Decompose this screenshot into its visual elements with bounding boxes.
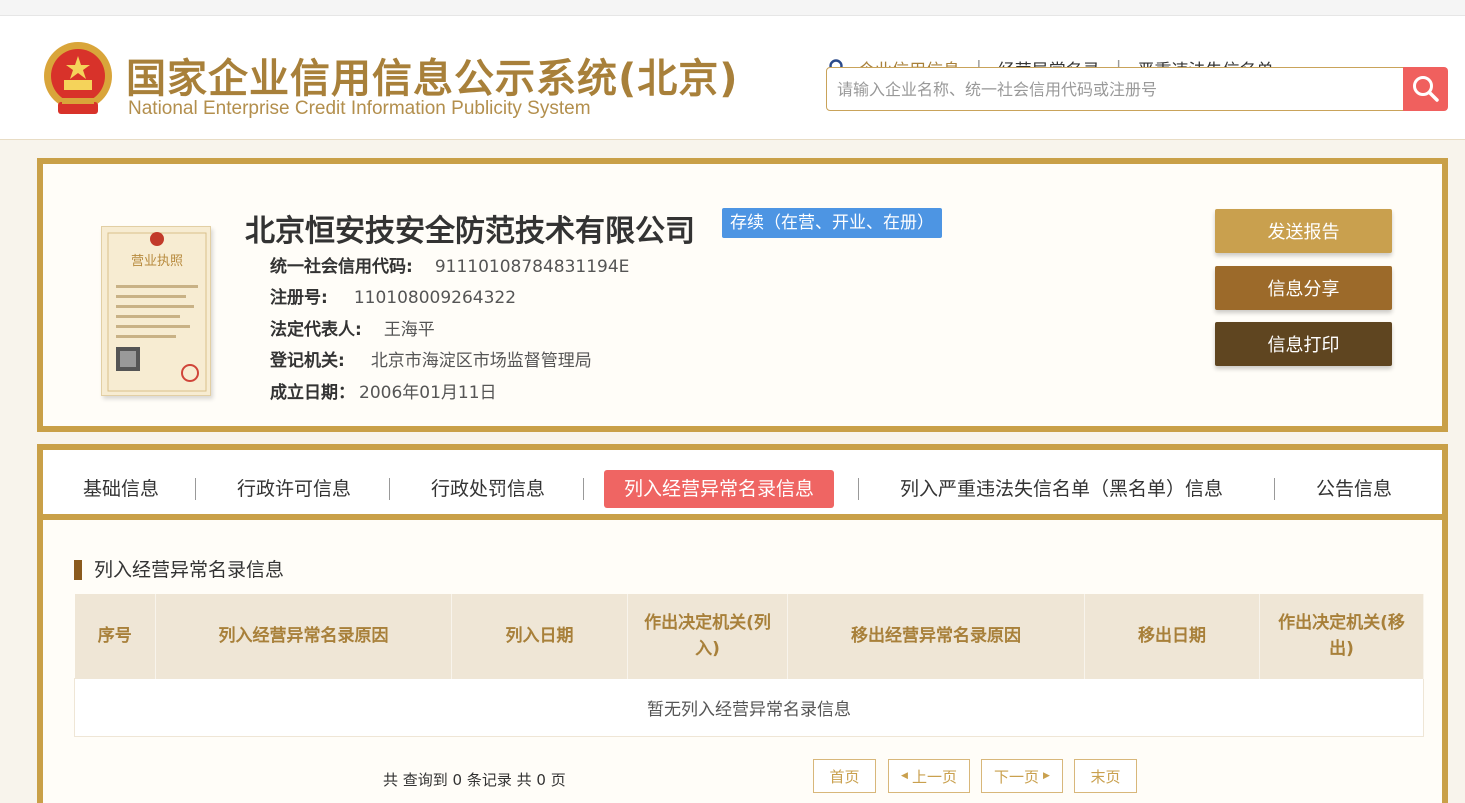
next-page-label: 下一页 xyxy=(994,767,1040,786)
tab-separator xyxy=(195,478,196,500)
tab-abnormal-list[interactable]: 列入经营异常名录信息 xyxy=(604,470,835,508)
abnormal-list-table: 序号 列入经营异常名录原因 列入日期 作出决定机关(列入) 移出经营异常名录原因… xyxy=(74,594,1424,737)
section-title: 列入经营异常名录信息 xyxy=(74,560,284,580)
national-emblem-logo xyxy=(44,42,112,114)
search-input[interactable] xyxy=(827,68,1403,110)
prev-page-label: 上一页 xyxy=(911,767,957,786)
info-row-established: 成立日期： 2006年01月11日 xyxy=(270,378,497,403)
browser-top-strip xyxy=(0,0,1465,16)
next-page-button[interactable]: 下一页 ▶ xyxy=(981,759,1063,793)
prev-page-button[interactable]: ◀ 上一页 xyxy=(888,759,970,793)
info-row-legal-rep: 法定代表人: 王海平 xyxy=(270,315,435,340)
tab-bar: 基础信息 行政许可信息 行政处罚信息 列入经营异常名录信息 列入严重违法失信名单… xyxy=(43,450,1442,520)
license-title: 营业执照 xyxy=(131,254,183,269)
tab-admin-license[interactable]: 行政许可信息 xyxy=(217,470,371,508)
search-box xyxy=(826,67,1404,111)
info-row-authority: 登记机关: 北京市海淀区市场监督管理局 xyxy=(270,346,592,371)
tab-separator xyxy=(583,478,584,500)
table-header-row: 序号 列入经营异常名录原因 列入日期 作出决定机关(列入) 移出经营异常名录原因… xyxy=(74,594,1424,678)
tab-separator xyxy=(858,478,859,500)
info-value: 王海平 xyxy=(383,320,435,340)
info-label: 统一社会信用代码: xyxy=(270,257,413,277)
search-button[interactable] xyxy=(1403,67,1448,111)
send-report-button[interactable]: 发送报告 xyxy=(1215,209,1392,253)
info-value: 91110108784831194E xyxy=(434,257,630,277)
share-info-button[interactable]: 信息分享 xyxy=(1215,266,1392,310)
tab-separator xyxy=(389,478,390,500)
tab-separator xyxy=(1274,478,1275,500)
info-label: 成立日期： xyxy=(270,383,355,403)
info-label: 法定代表人: xyxy=(270,320,362,340)
column-header: 移出日期 xyxy=(1084,594,1260,678)
info-value: 110108009264322 xyxy=(353,288,517,308)
column-header: 列入经营异常名录原因 xyxy=(155,594,452,678)
tab-blacklist[interactable]: 列入严重违法失信名单（黑名单）信息 xyxy=(880,470,1243,508)
company-name: 北京恒安技安全防范技术有限公司 xyxy=(245,214,695,249)
caret-left-icon: ◀ xyxy=(901,771,908,781)
tab-basic-info[interactable]: 基础信息 xyxy=(63,470,179,508)
column-header: 序号 xyxy=(74,594,156,678)
info-row-reg-no: 注册号: 110108009264322 xyxy=(270,283,516,308)
last-page-button[interactable]: 末页 xyxy=(1074,759,1137,793)
status-badge: 存续（在营、开业、在册） xyxy=(722,208,942,238)
pagination-summary: 共 查询到 0 条记录 共 0 页 xyxy=(383,771,566,789)
column-header: 作出决定机关(列入) xyxy=(627,594,788,678)
print-info-button[interactable]: 信息打印 xyxy=(1215,322,1392,366)
caret-right-icon: ▶ xyxy=(1043,771,1050,781)
site-header: 国家企业信用信息公示系统(北京) National Enterprise Cre… xyxy=(0,16,1465,140)
info-label: 注册号: xyxy=(270,288,328,308)
info-label: 登记机关: xyxy=(270,351,345,371)
tab-announcements[interactable]: 公告信息 xyxy=(1296,470,1412,508)
site-title-cn: 国家企业信用信息公示系统(北京) xyxy=(126,56,739,102)
first-page-button[interactable]: 首页 xyxy=(813,759,876,793)
license-illustration: 营业执照 xyxy=(107,232,207,392)
column-header: 作出决定机关(移出) xyxy=(1259,594,1424,678)
info-tabs-panel: 基础信息 行政许可信息 行政处罚信息 列入经营异常名录信息 列入严重违法失信名单… xyxy=(37,444,1448,803)
info-row-credit-code: 统一社会信用代码: 91110108784831194E xyxy=(270,252,629,277)
business-license-image: 营业执照 xyxy=(101,226,211,396)
search-icon xyxy=(1412,76,1439,102)
column-header: 移出经营异常名录原因 xyxy=(787,594,1085,678)
site-title-en: National Enterprise Credit Information P… xyxy=(128,98,591,119)
company-panel: 营业执照 北京恒安技安全防范技术有限公司 存续（在营、开业、在册） 统一社会信用… xyxy=(37,158,1448,432)
empty-table-message: 暂无列入经营异常名录信息 xyxy=(74,677,1424,737)
first-page-label: 首页 xyxy=(829,767,860,786)
info-value: 北京市海淀区市场监督管理局 xyxy=(370,351,592,371)
column-header: 列入日期 xyxy=(451,594,628,678)
info-value: 2006年01月11日 xyxy=(359,383,497,403)
last-page-label: 末页 xyxy=(1090,767,1121,786)
table-row: 暂无列入经营异常名录信息 xyxy=(74,677,1424,737)
tab-admin-penalty[interactable]: 行政处罚信息 xyxy=(411,470,565,508)
